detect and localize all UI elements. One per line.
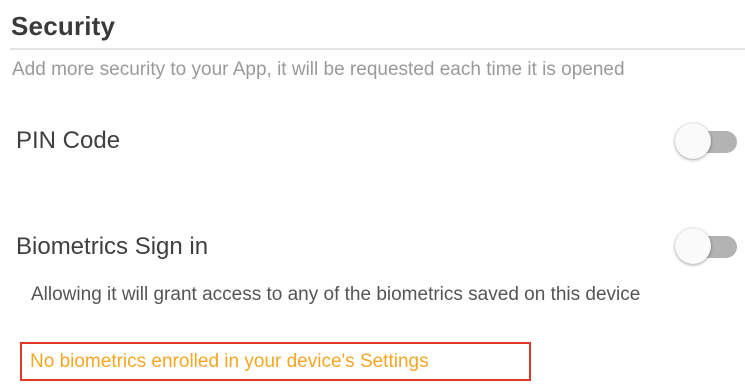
biometrics-warning-text: No biometrics enrolled in your device's … (30, 351, 429, 372)
section-description: Add more security to your App, it will b… (12, 59, 625, 80)
pin-code-label: PIN Code (16, 127, 121, 154)
biometrics-warning-highlight: No biometrics enrolled in your device's … (20, 342, 531, 381)
pin-code-toggle[interactable] (675, 121, 739, 161)
biometrics-description: Allowing it will grant access to any of … (31, 284, 641, 305)
biometrics-sign-in-label: Biometrics Sign in (16, 233, 209, 260)
toggle-thumb (675, 123, 711, 159)
biometrics-toggle[interactable] (675, 226, 739, 266)
section-divider (10, 48, 745, 50)
security-settings-page: Security Add more security to your App, … (0, 0, 745, 384)
section-title: Security (11, 11, 116, 41)
toggle-thumb (675, 228, 711, 264)
